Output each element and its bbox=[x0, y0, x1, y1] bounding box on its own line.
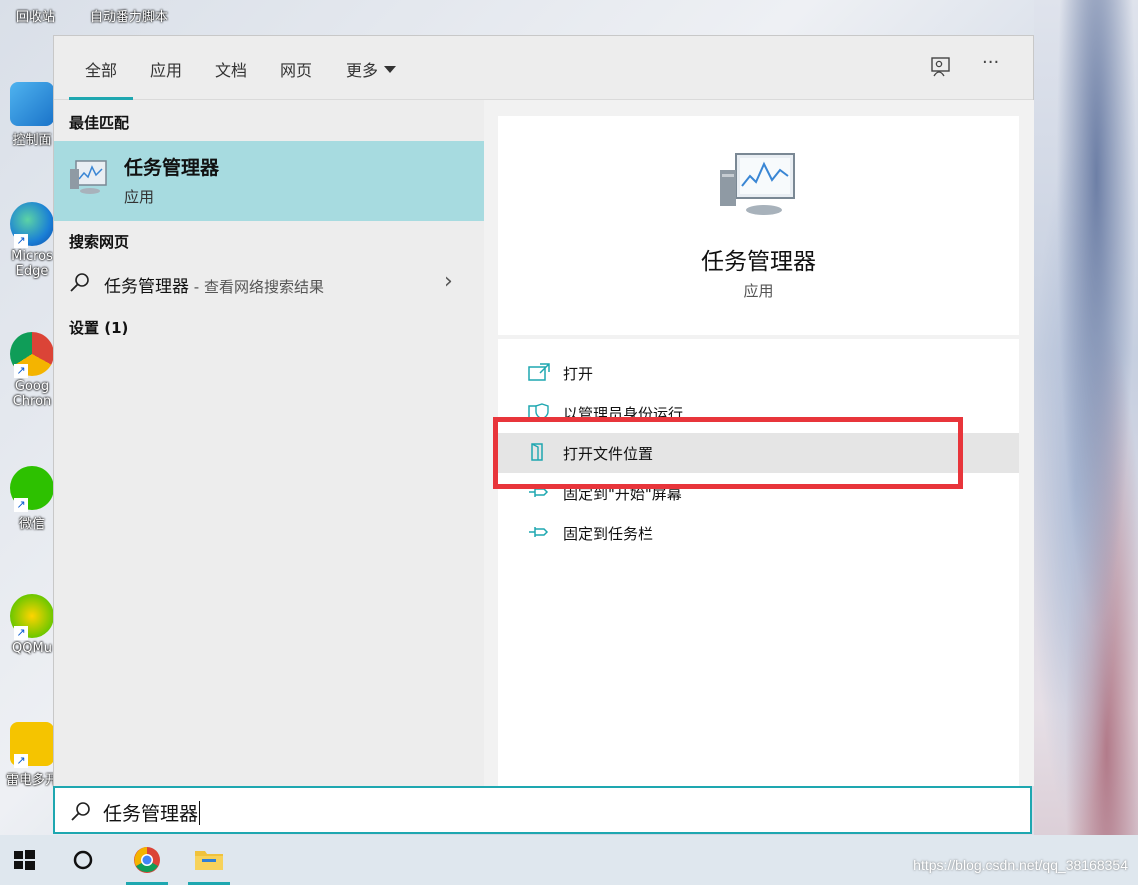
best-match-result[interactable]: 任务管理器 应用 bbox=[54, 141, 484, 221]
desktop-icon-chrome[interactable]: ↗ Goog Chron bbox=[4, 332, 60, 409]
web-result-term: 任务管理器 - 查看网络搜索结果 bbox=[104, 272, 324, 297]
web-result-term-text: 任务管理器 bbox=[104, 277, 189, 297]
tab-documents[interactable]: 文档 bbox=[215, 57, 247, 81]
cortana-circle-icon bbox=[73, 850, 93, 870]
task-manager-large-icon bbox=[720, 153, 795, 215]
windows-icon bbox=[14, 850, 35, 870]
feedback-icon[interactable] bbox=[930, 56, 952, 83]
pin-taskbar-icon bbox=[529, 527, 549, 537]
taskbar: https://blog.csdn.net/qq_38168354 bbox=[0, 835, 1138, 885]
action-open[interactable]: 打开 bbox=[498, 353, 1019, 393]
tab-web[interactable]: 网页 bbox=[280, 57, 312, 81]
preview-title: 任务管理器 bbox=[701, 249, 816, 275]
web-heading: 搜索网页 bbox=[69, 233, 130, 251]
qqmusic-icon: ↗ bbox=[10, 594, 54, 640]
action-open-label: 打开 bbox=[563, 365, 594, 383]
open-icon bbox=[528, 363, 550, 381]
wechat-icon: ↗ bbox=[10, 466, 54, 512]
task-manager-icon bbox=[70, 160, 107, 194]
desktop-icon-edge[interactable]: ↗ Micros Edge bbox=[4, 202, 60, 279]
control-panel-icon bbox=[10, 82, 54, 126]
chevron-down-icon bbox=[384, 66, 397, 73]
wallpaper-art bbox=[1034, 0, 1138, 885]
chevron-right-icon[interactable]: › bbox=[444, 269, 453, 294]
chrome-icon bbox=[134, 847, 160, 873]
desktop-label-script[interactable]: 自动番力脚本 bbox=[90, 6, 168, 25]
ellipsis-icon[interactable]: ··· bbox=[982, 52, 999, 73]
cortana-button[interactable] bbox=[58, 835, 108, 885]
tab-more[interactable]: 更多 bbox=[346, 57, 397, 81]
search-icon bbox=[70, 273, 89, 292]
desktop-icon-wechat[interactable]: ↗ 微信 bbox=[4, 466, 60, 532]
action-pin-to-taskbar[interactable]: 固定到任务栏 bbox=[498, 513, 1019, 553]
preview-subtitle: 应用 bbox=[743, 282, 774, 300]
desktop-icon-control-panel[interactable]: 控制面 bbox=[4, 82, 60, 148]
edge-icon: ↗ bbox=[10, 202, 54, 248]
search-tabs: 全部 应用 文档 网页 更多 ··· bbox=[54, 36, 1033, 101]
start-button[interactable] bbox=[0, 835, 50, 885]
web-result-hint: - 查看网络搜索结果 bbox=[189, 278, 324, 296]
search-input-value: 任务管理器 bbox=[103, 799, 201, 826]
text-caret bbox=[199, 801, 201, 825]
tab-all[interactable]: 全部 bbox=[68, 57, 134, 101]
action-pin-to-taskbar-label: 固定到任务栏 bbox=[563, 525, 654, 543]
search-value-text: 任务管理器 bbox=[103, 803, 199, 825]
taskbar-chrome[interactable] bbox=[122, 835, 172, 885]
tab-apps[interactable]: 应用 bbox=[150, 57, 182, 81]
desktop-label-recycle-bin[interactable]: 回收站 bbox=[16, 6, 55, 25]
results-list: 最佳匹配 任务管理器 应用 搜索网页 任务管理器 - 查看网络搜索结果 › 设置… bbox=[54, 100, 484, 786]
search-input[interactable]: 任务管理器 bbox=[53, 786, 1032, 834]
taskbar-file-explorer[interactable] bbox=[184, 835, 234, 885]
action-list: 打开 以管理员身份运行 打开文件位置 固定到"开始"屏幕 固定到任务栏 bbox=[498, 339, 1019, 786]
preview-card: 任务管理器 应用 bbox=[498, 116, 1019, 335]
annotation-highlight-box bbox=[493, 417, 963, 489]
chrome-icon: ↗ bbox=[10, 332, 54, 378]
best-match-title: 任务管理器 bbox=[124, 157, 220, 179]
best-match-heading: 最佳匹配 bbox=[69, 114, 130, 132]
web-search-result[interactable]: 任务管理器 - 查看网络搜索结果 › bbox=[54, 264, 484, 304]
search-icon bbox=[71, 802, 90, 821]
desktop-icon-ldplayer[interactable]: ↗ 雷电多开 bbox=[4, 722, 60, 788]
best-match-subtitle: 应用 bbox=[124, 188, 155, 206]
watermark-text: https://blog.csdn.net/qq_38168354 bbox=[913, 857, 1128, 873]
file-explorer-icon bbox=[195, 851, 223, 870]
tab-more-label: 更多 bbox=[346, 61, 379, 80]
ldplayer-icon: ↗ bbox=[10, 722, 54, 768]
settings-heading[interactable]: 设置 (1) bbox=[69, 317, 128, 338]
desktop-icon-qqmusic[interactable]: ↗ QQMu bbox=[4, 594, 60, 656]
start-search-panel: 全部 应用 文档 网页 更多 ··· 最佳匹配 任务管理器 应用 搜索网页 任务… bbox=[53, 35, 1034, 786]
